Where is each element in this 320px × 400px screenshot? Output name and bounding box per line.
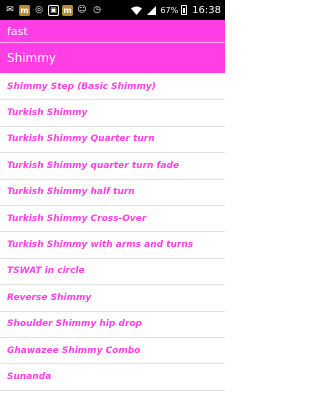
mail-icon: ✉ [6, 5, 14, 15]
list-item[interactable]: Sunanda [0, 364, 225, 391]
category-header: Shimmy [0, 42, 225, 73]
clock-time: 16:38 [192, 4, 221, 16]
list-item[interactable]: Turkish Shimmy quarter turn fade [0, 153, 225, 180]
clock-icon: ◷ [93, 5, 101, 15]
notification-icons: ✉ m ◎ ▣ m ☺ ◷ [4, 4, 103, 16]
m-app-icon: m [62, 4, 73, 16]
search-query[interactable]: fast [0, 20, 225, 42]
list-item[interactable]: Reverse Shimmy [0, 285, 225, 312]
battery-percent: 67% [160, 5, 179, 15]
list-item[interactable]: Turkish Shimmy Cross-Over [0, 206, 225, 233]
list-item[interactable]: Turkish Shimmy Quarter turn [0, 127, 225, 154]
system-icons: 67% 16:38 [130, 4, 221, 16]
signal-icon [145, 4, 157, 16]
box-icon: ▣ [48, 4, 59, 16]
wifi-icon [130, 4, 142, 16]
list-item[interactable]: Shimmy Step (Basic Shimmy) [0, 74, 225, 101]
circle-icon: ◎ [35, 5, 43, 15]
m-app-icon: m [19, 4, 30, 16]
list-item[interactable]: Turkish Shimmy with arms and turns [0, 232, 225, 259]
list-item[interactable]: Shoulder Shimmy hip drop [0, 312, 225, 338]
list-item[interactable]: Turkish Shimmy half turn [0, 180, 225, 206]
battery-icon [181, 5, 188, 15]
status-bar: ✉ m ◎ ▣ m ☺ ◷ 67% 16:38 [0, 0, 225, 20]
move-list: Shimmy Step (Basic Shimmy) Turkish Shimm… [0, 74, 225, 400]
list-item[interactable]: Turkish Shimmy [0, 100, 225, 127]
list-item[interactable]: TSWAT in circle [0, 259, 225, 286]
list-item[interactable]: Ghawazee Shimmy Combo [0, 338, 225, 365]
cat-icon: ☺ [77, 5, 87, 15]
